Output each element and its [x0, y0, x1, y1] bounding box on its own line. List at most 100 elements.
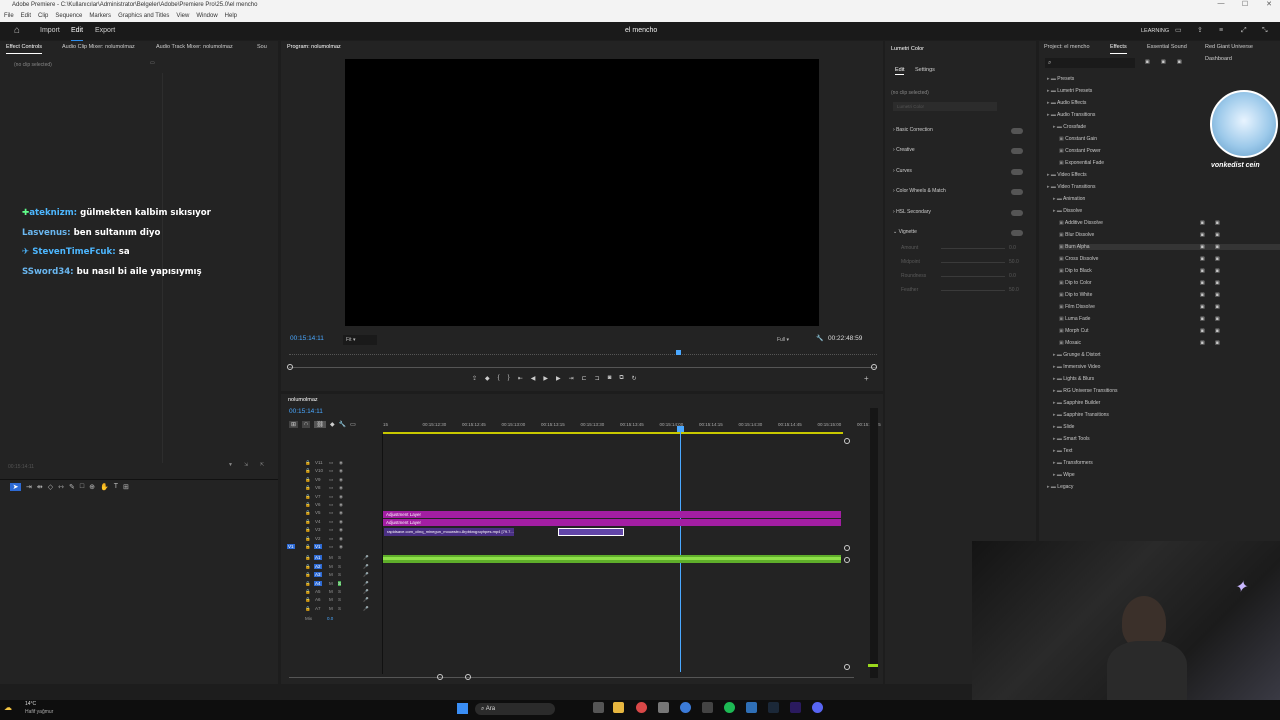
voice-over-icon[interactable]: 🎤 [363, 589, 369, 595]
settings-icon[interactable]: ⇱ [260, 462, 264, 468]
lock-icon[interactable]: 🔒 [305, 536, 311, 542]
close-button[interactable]: ✕ [1258, 0, 1280, 11]
slip-icon[interactable]: ⇿ [58, 483, 64, 491]
tab-program[interactable]: Program: nolumolmaz [287, 41, 341, 53]
share-icon[interactable]: ⇪ [1197, 22, 1203, 40]
effects-tree-item[interactable]: ▣ Luma Fade [1059, 316, 1090, 322]
effects-tree-item[interactable]: ▸ ▬ RG Universe Transitions [1053, 388, 1117, 394]
sync-icon[interactable]: ▭ [329, 485, 333, 491]
export-icon[interactable]: ⇲ [244, 462, 248, 468]
zoom-handle-right[interactable] [871, 364, 877, 370]
minimize-button[interactable]: — [1210, 0, 1232, 11]
lock-icon[interactable]: 🔒 [305, 510, 311, 516]
photoshop-icon[interactable] [746, 702, 757, 713]
audio-track-header[interactable]: 🔒 A6 M S 🎤 [287, 597, 381, 605]
add-button-icon[interactable]: + [864, 374, 869, 383]
tab-edit[interactable]: Edit [71, 22, 84, 42]
menu-item[interactable]: Help [225, 13, 237, 19]
selection-tool-icon[interactable]: ➤ [10, 483, 21, 491]
vignette-param-value[interactable]: 0.0 [1009, 273, 1016, 279]
rectangle-icon[interactable]: □ [80, 483, 84, 491]
lock-icon[interactable]: 🔒 [305, 589, 311, 595]
menu-item[interactable]: Clip [38, 13, 48, 19]
solo-button[interactable]: S [338, 589, 341, 594]
video-preview[interactable] [345, 59, 819, 326]
effects-tree-item[interactable]: ▸ ▬ Video Effects [1047, 172, 1087, 178]
solo-button[interactable]: S [338, 606, 341, 611]
wrench-icon[interactable]: 🔧 [816, 335, 823, 342]
lumetri-section-header[interactable]: › Curves [893, 168, 912, 174]
effects-tree-item[interactable]: ▸ ▬ Grunge & Distort [1053, 352, 1101, 358]
sync-icon[interactable]: ▭ [329, 536, 333, 542]
menu-item[interactable]: Edit [21, 13, 31, 19]
eye-icon[interactable]: ◉ [339, 468, 343, 474]
eye-icon[interactable]: ◉ [339, 460, 343, 466]
nest-icon[interactable]: ⊞ [289, 421, 299, 428]
tab-export[interactable]: Export [95, 22, 115, 40]
lock-icon[interactable]: 🔒 [305, 477, 311, 483]
effects-tree-item[interactable]: ▣ Dip to Color [1059, 280, 1092, 286]
effects-tree-item[interactable]: ▸ ▬ Sapphire Builder [1053, 400, 1100, 406]
effects-search-input[interactable]: ⌕ [1045, 58, 1135, 68]
steam-icon[interactable] [768, 702, 779, 713]
program-timecode[interactable]: 00:15:14:11 [290, 335, 324, 342]
video-track-header[interactable]: 🔒 V4 ▭ ◉ [287, 519, 381, 527]
lock-icon[interactable]: 🔒 [305, 460, 311, 466]
lock-icon[interactable]: 🔒 [305, 544, 311, 550]
accelerated-icon[interactable]: ▣ [1145, 59, 1150, 65]
tab-lumetri-edit[interactable]: Edit [895, 65, 905, 75]
zoom-handle-left[interactable] [287, 364, 293, 370]
lumetri-section-header[interactable]: ⌄ Vignette [893, 229, 917, 235]
effects-tree-item[interactable]: ▣ Constant Gain [1059, 136, 1097, 142]
video-clip[interactable]: rapidsave.com_ciinq_minegun_mouwstro-8rp… [384, 528, 514, 536]
task-view-icon[interactable] [593, 702, 604, 713]
video-track-header[interactable]: 🔒 V6 ▭ ◉ [287, 502, 381, 510]
eye-icon[interactable]: ◉ [339, 485, 343, 491]
lock-icon[interactable]: 🔒 [305, 502, 311, 508]
timeline-settings-icon[interactable]: 🔧 [339, 421, 346, 428]
audio-track-header[interactable]: 🔒 A3 M S 🎤 [287, 572, 381, 580]
filter-icon[interactable]: ▼ [228, 462, 233, 468]
tab-red-giant[interactable]: Red Giant Universe Dashboard [1205, 41, 1280, 65]
tab-essential-sound[interactable]: Essential Sound [1147, 41, 1187, 53]
monitor-zoom-bar[interactable] [289, 367, 877, 368]
timeline-scrollbar[interactable] [289, 677, 854, 678]
tab-project[interactable]: Project: el mencho [1044, 41, 1090, 53]
lock-icon[interactable]: 🔒 [305, 468, 311, 474]
menu-item[interactable]: Graphics and Titles [118, 13, 169, 19]
spotify-icon[interactable] [724, 702, 735, 713]
fullscreen-icon[interactable]: ⤢ [1241, 22, 1247, 40]
section-toggle[interactable] [1011, 189, 1023, 195]
effects-tree-item[interactable]: ▸ ▬ Smart Tools [1053, 436, 1090, 442]
vertical-zoom-handle[interactable] [844, 664, 850, 670]
eye-icon[interactable]: ◉ [339, 510, 343, 516]
effects-tree-item[interactable]: ▣ Constant Power [1059, 148, 1101, 154]
eye-icon[interactable]: ◉ [339, 494, 343, 500]
resolution-select[interactable]: Full ▾ [777, 335, 797, 345]
mute-button[interactable]: M [329, 572, 333, 577]
adjustment-layer-clip[interactable]: Adjustment Layer [383, 519, 841, 526]
effects-tree-item[interactable]: ▣ Cross Dissolve [1059, 256, 1098, 262]
tab-lumetri-settings[interactable]: Settings [915, 65, 935, 75]
scroll-handle-left[interactable] [437, 674, 443, 680]
vignette-param-value[interactable]: 50.0 [1009, 259, 1019, 265]
go-to-out-icon[interactable]: ⇥ [569, 375, 574, 382]
go-to-in-icon[interactable]: ⇤ [518, 375, 523, 382]
pen-icon[interactable]: ✎ [69, 483, 75, 491]
eye-icon[interactable]: ◉ [339, 502, 343, 508]
step-back-icon[interactable]: ◀ [531, 375, 536, 382]
temperature[interactable]: 14°C [25, 701, 36, 707]
remix-icon[interactable]: ⊞ [123, 483, 129, 491]
expand-icon[interactable]: ⤡ [1262, 22, 1268, 40]
audio-track-header[interactable]: 🔒 A4 M S 🎤 [287, 580, 381, 589]
browser-icon[interactable] [680, 702, 691, 713]
lock-icon[interactable]: 🔒 [305, 519, 311, 525]
vignette-slider[interactable] [941, 248, 1005, 249]
lumetri-section-header[interactable]: › HSL Secondary [893, 209, 931, 215]
lock-icon[interactable]: 🔒 [305, 597, 311, 603]
tab-audio-clip-mixer[interactable]: Audio Clip Mixer: nolumolmaz [62, 41, 135, 53]
lock-icon[interactable]: 🔒 [305, 555, 311, 561]
play-icon[interactable]: ▶ [543, 375, 548, 382]
lock-icon[interactable]: 🔒 [305, 485, 311, 491]
fit-select[interactable]: Fit ▾ [343, 335, 377, 345]
